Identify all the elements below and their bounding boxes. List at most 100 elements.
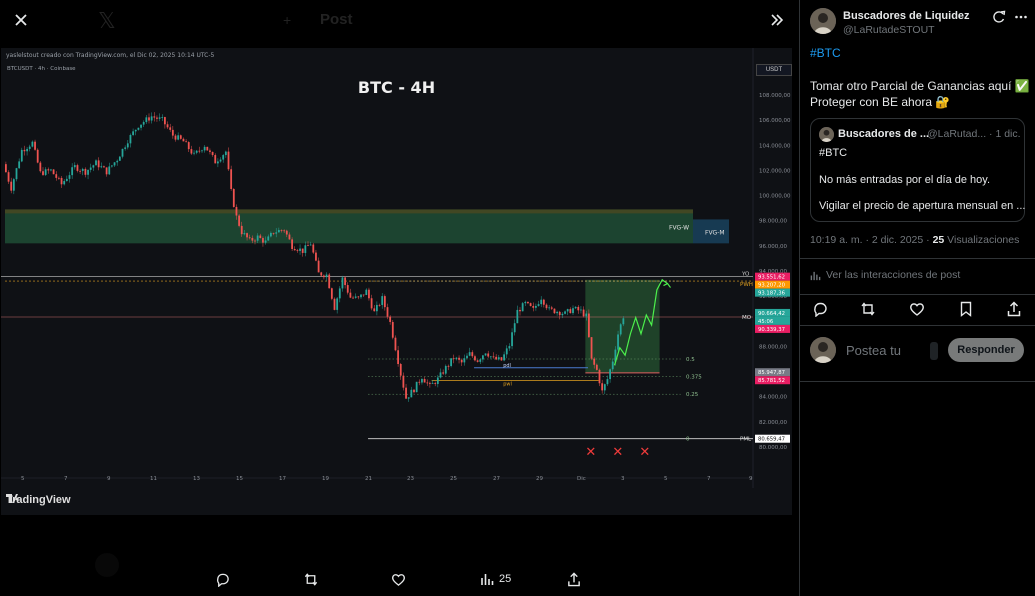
price-tag-label: 90.664,42 (758, 311, 785, 317)
candle-body (291, 239, 293, 249)
y-tick-label: 102.000,00 (759, 168, 791, 174)
author-avatar[interactable] (810, 8, 836, 34)
candle-body (134, 129, 137, 132)
candle-body (206, 146, 209, 151)
candle-body (397, 350, 399, 365)
candle-body (87, 169, 89, 175)
candle-body (71, 167, 74, 176)
mo-label: MO (742, 315, 752, 321)
x-tick-label: 7 (707, 476, 711, 482)
candle-body (277, 230, 280, 233)
candle-body (479, 359, 482, 362)
y-tick-label: 88.000,00 (759, 344, 787, 350)
pml-label: PML (740, 437, 752, 443)
fib-level-label: 0.375 (686, 375, 702, 381)
y-tick-label: 80.000,00 (759, 445, 787, 451)
candle-body (68, 175, 71, 179)
candle-body (293, 248, 296, 251)
viewer-like-button[interactable] (391, 570, 411, 588)
candle-body (410, 389, 413, 398)
quoted-post[interactable]: Buscadores de ... @LaRutad... · 1 dic. #… (810, 118, 1025, 222)
viewer-repost-button[interactable] (303, 570, 324, 588)
candle-body (126, 143, 129, 148)
candle-body (439, 372, 442, 378)
candle-body (92, 165, 95, 168)
price-tag-label: 93.187,36 (758, 291, 786, 297)
candle-body (18, 161, 21, 169)
candle-body (309, 244, 312, 246)
candle-body (548, 307, 551, 309)
views-count: 25 (499, 573, 512, 585)
candle-body (76, 165, 79, 171)
fib-level-label: 0 (686, 437, 690, 443)
candle-body (248, 237, 251, 239)
candle-body (603, 384, 606, 391)
candle-body (580, 309, 582, 311)
candle-body (572, 308, 574, 314)
candle-body (118, 156, 121, 161)
candle-body (177, 135, 180, 140)
share-button[interactable] (1006, 301, 1022, 317)
candle-body (185, 141, 187, 143)
user-avatar[interactable] (810, 337, 836, 363)
bookmark-button[interactable] (958, 301, 974, 317)
background-post-header: 𝕏 + Post (0, 0, 798, 40)
more-horizontal-icon (1015, 15, 1027, 19)
candle-body (508, 346, 511, 349)
more-options-button[interactable] (1014, 10, 1028, 24)
currency-label: USDT (756, 64, 792, 76)
candle-body (214, 155, 217, 164)
viewer-views-button[interactable]: 25 (480, 570, 511, 588)
author-handle[interactable]: @LaRutadeSTOUT (843, 24, 935, 36)
candle-body (164, 117, 166, 125)
quoted-author-name: Buscadores de ... (838, 128, 930, 140)
close-viewer-button[interactable] (6, 5, 36, 35)
reply-composer: Responder (800, 334, 1035, 374)
candle-body (304, 245, 307, 253)
reply-input[interactable] (844, 342, 928, 359)
viewer-share-button[interactable] (567, 570, 581, 588)
candle-body (391, 321, 394, 338)
post-timestamp[interactable]: 10:19 a. m. · 2 dic. 2025 · (810, 234, 933, 246)
view-interactions-link[interactable]: Ver las interacciones de post (810, 269, 960, 281)
candle-body (431, 383, 434, 384)
chart-caption: yaslelstout creado con TradingView.com, … (6, 52, 215, 59)
candle-body (111, 165, 113, 167)
reply-submit-button[interactable]: Responder (948, 338, 1024, 362)
hashtag-link[interactable]: #BTC (810, 46, 841, 60)
candle-body (296, 250, 299, 252)
candle-body (468, 352, 471, 356)
pwh-label: PWH (740, 282, 753, 288)
candle-body (365, 289, 368, 295)
candle-body (26, 148, 28, 152)
close-icon (15, 14, 27, 26)
candle-body (436, 377, 439, 384)
expand-panel-button[interactable] (762, 5, 792, 35)
heart-icon (391, 573, 406, 586)
candle-body (622, 318, 625, 325)
candle-body (235, 206, 238, 216)
candle-body (516, 309, 519, 324)
candle-body (280, 230, 283, 231)
candle-body (513, 323, 516, 333)
grok-button[interactable] (992, 10, 1006, 24)
views-chart-icon (481, 574, 494, 585)
viewer-reply-button[interactable] (215, 570, 235, 588)
x-tick-label: 29 (536, 476, 543, 482)
like-button[interactable] (909, 301, 925, 317)
y-tick-label: 98.000,00 (759, 219, 787, 225)
candle-body (524, 301, 527, 304)
candle-body (148, 117, 150, 121)
candle-body (272, 232, 275, 234)
candle-body (169, 127, 172, 130)
candle-body (47, 169, 50, 171)
x-logo-icon: 𝕏 (98, 8, 116, 33)
chart-image[interactable]: FVG-W FVG-M YO PWH MO PML 0.5 0.375 0.25 0 pdl pwl ✕… (1, 48, 792, 515)
quoted-hashtag: #BTC (819, 147, 848, 159)
x-tick-label: 15 (236, 476, 243, 482)
repost-button[interactable] (860, 301, 876, 317)
author-name[interactable]: Buscadores de Liquidez (843, 10, 970, 22)
tradingview-icon (6, 494, 19, 503)
candle-body (259, 235, 262, 239)
reply-button[interactable] (812, 301, 828, 318)
